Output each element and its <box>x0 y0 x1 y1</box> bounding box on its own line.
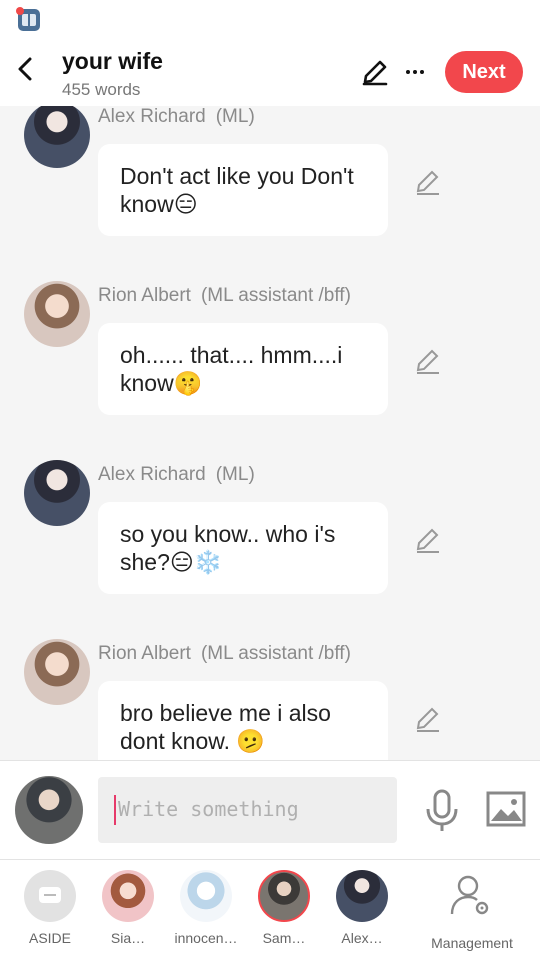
message-bubble[interactable]: oh...... that.... hmm....i know🤫 <box>98 323 388 415</box>
edit-title-button[interactable] <box>360 57 390 87</box>
rion-avatar[interactable] <box>24 639 90 705</box>
message-bubble[interactable]: bro believe me i also dont know. 🫤 <box>98 681 388 760</box>
nav-label: Sam… <box>262 930 306 946</box>
top-bar: your wife 455 words Next <box>0 40 540 106</box>
sender-line: Alex Richard (ML) <box>98 464 255 486</box>
composer-bar: Write something <box>0 760 540 860</box>
message-bubble[interactable]: Don't act like you Don't know😑 <box>98 144 388 236</box>
character-avatar <box>180 870 232 922</box>
character-avatar <box>102 870 154 922</box>
sender-name: Alex Richard <box>98 106 206 127</box>
sender-name: Alex Richard <box>98 464 206 485</box>
rion-avatar[interactable] <box>24 281 90 347</box>
more-button[interactable] <box>400 57 430 87</box>
text-caret <box>114 795 116 825</box>
alex-avatar[interactable] <box>24 106 90 168</box>
back-icon <box>18 57 32 81</box>
sender-role: (ML assistant /bff) <box>200 285 351 306</box>
edit-message-icon[interactable] <box>414 526 442 554</box>
character-selector-avatar[interactable] <box>15 776 83 844</box>
nav-aside[interactable]: ASIDE <box>12 870 88 946</box>
pencil-icon <box>362 60 388 86</box>
nav-management[interactable]: Management <box>424 870 520 951</box>
app-icon <box>16 7 40 31</box>
aside-icon <box>24 870 76 922</box>
bottom-navigation: ASIDE Sia… innocen… Sam… Alex… Managemen… <box>0 860 540 960</box>
sender-name: Rion Albert <box>98 285 191 306</box>
next-button[interactable]: Next <box>445 51 523 93</box>
image-icon[interactable] <box>486 791 526 827</box>
more-icon <box>406 70 410 74</box>
nav-label: Alex… <box>341 930 383 946</box>
message-bubble[interactable]: so you know.. who i's she?😑❄️ <box>98 502 388 594</box>
edit-message-icon[interactable] <box>414 347 442 375</box>
nav-label: Sia… <box>110 930 146 946</box>
word-count: 455 words <box>62 80 141 99</box>
sender-line: Rion Albert (ML assistant /bff) <box>98 285 351 307</box>
nav-character-alex[interactable]: Alex… <box>324 870 400 946</box>
sender-line: Alex Richard (ML) <box>98 106 255 128</box>
character-avatar <box>336 870 388 922</box>
edit-message-icon[interactable] <box>414 168 442 196</box>
alex-avatar[interactable] <box>24 460 90 526</box>
sender-role: (ML) <box>215 464 255 485</box>
back-button[interactable] <box>10 52 40 86</box>
nav-character-innocent[interactable]: innocen… <box>168 870 244 946</box>
sender-name: Rion Albert <box>98 643 191 664</box>
edit-message-icon[interactable] <box>414 705 442 733</box>
nav-label: ASIDE <box>28 930 71 946</box>
sender-line: Rion Albert (ML assistant /bff) <box>98 643 351 665</box>
nav-character-sam[interactable]: Sam… <box>246 870 322 946</box>
mic-icon[interactable] <box>424 789 460 833</box>
chat-area[interactable]: Alex Richard (ML) Don't act like you Don'… <box>0 106 540 760</box>
management-icon <box>450 875 489 915</box>
sender-role: (ML assistant /bff) <box>200 643 351 664</box>
nav-label: Management <box>431 935 513 951</box>
message-input[interactable]: Write something <box>98 777 397 843</box>
status-bar <box>0 0 540 40</box>
character-avatar <box>258 870 310 922</box>
input-placeholder: Write something <box>118 797 299 821</box>
nav-label: innocen… <box>174 930 238 946</box>
nav-character-sia[interactable]: Sia… <box>90 870 166 946</box>
sender-role: (ML) <box>215 106 255 127</box>
page-title: your wife <box>62 48 163 74</box>
